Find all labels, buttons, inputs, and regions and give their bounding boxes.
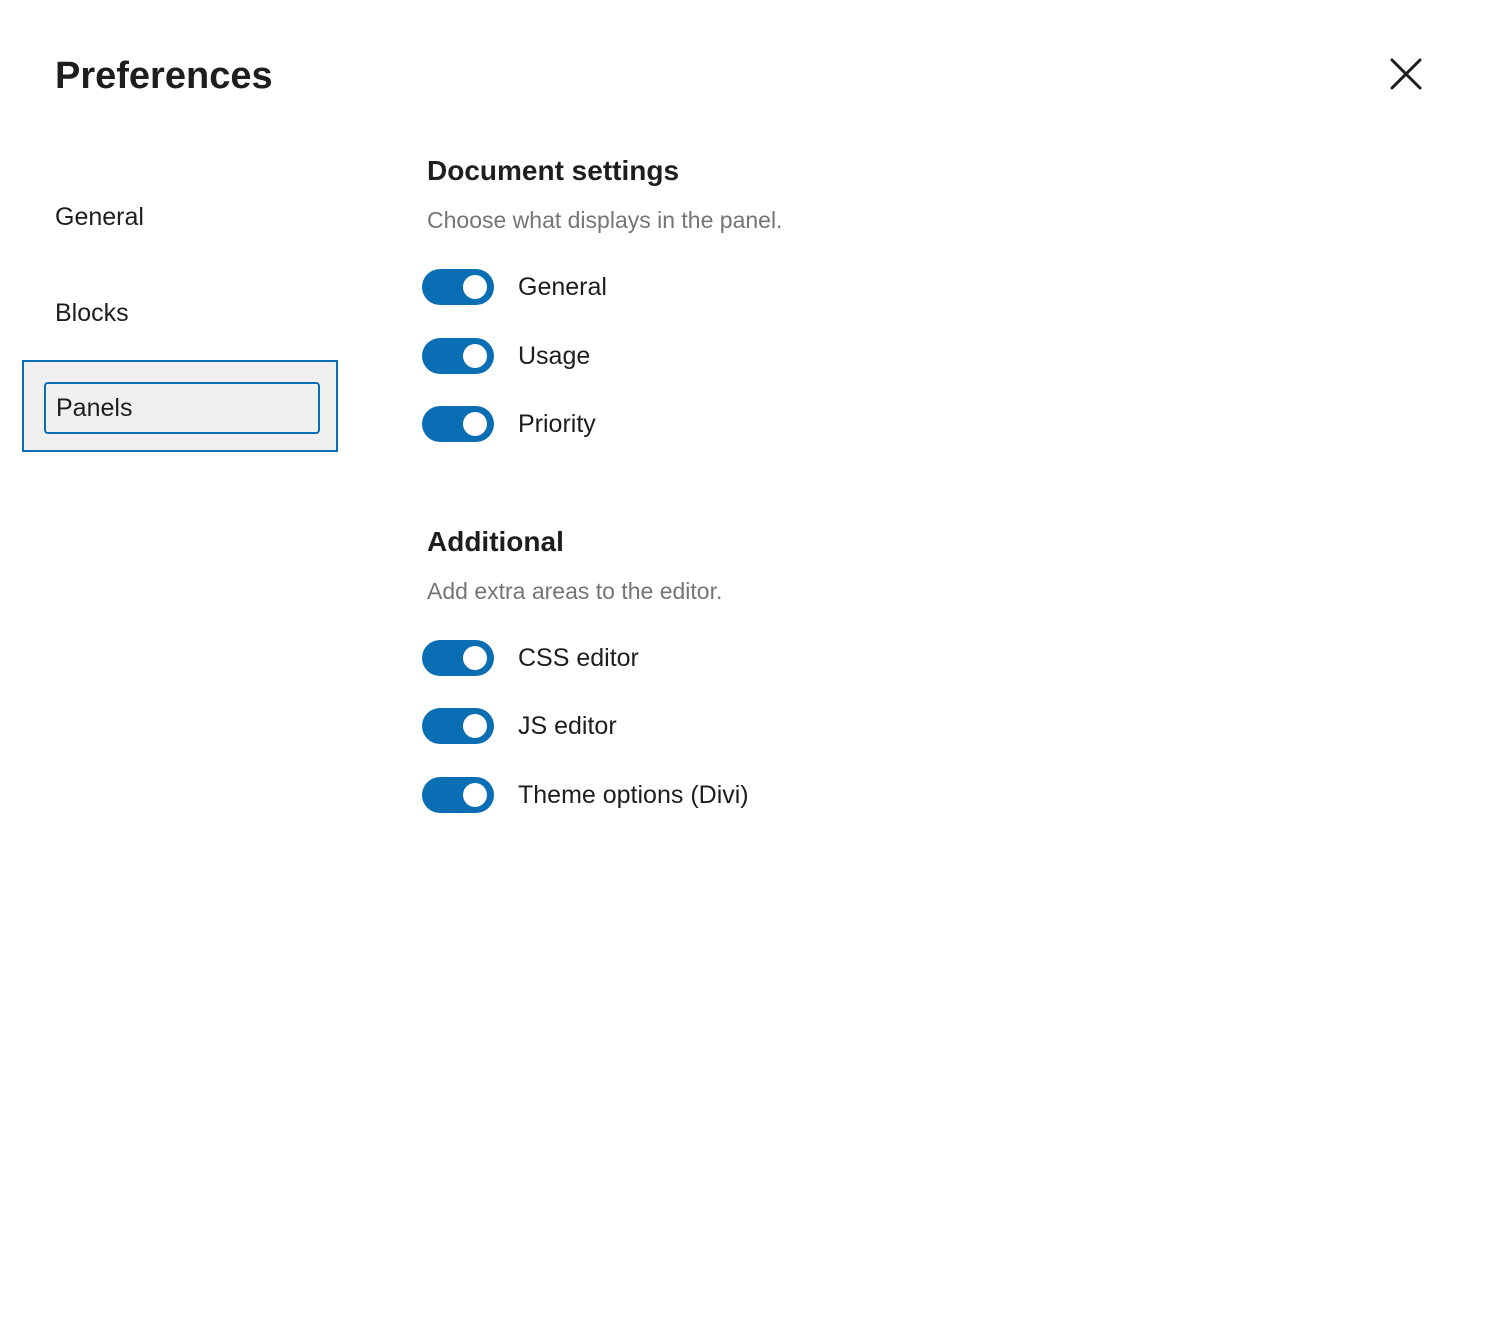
toggle-switch-general[interactable] (422, 269, 494, 305)
toggle-thumb (463, 344, 487, 368)
toggle-label-general: General (518, 273, 607, 301)
section-title-document-settings: Document settings (427, 155, 680, 186)
toggle-row-theme-options[interactable]: Theme options (Divi) (422, 777, 749, 813)
toggle-row-css-editor[interactable]: CSS editor (422, 640, 639, 676)
toggle-switch-priority[interactable] (422, 406, 494, 442)
preferences-modal: Preferences General Blocks Panels Docume… (0, 0, 1486, 1344)
toggle-label-priority: Priority (518, 410, 596, 438)
sidebar-item-blocks[interactable]: Blocks (55, 297, 129, 329)
toggle-switch-css-editor[interactable] (422, 640, 494, 676)
modal-title: Preferences (55, 55, 273, 97)
toggle-thumb (463, 646, 487, 670)
toggle-row-priority[interactable]: Priority (422, 406, 596, 442)
sidebar-item-label: Panels (56, 394, 133, 422)
toggle-label-usage: Usage (518, 342, 591, 370)
toggle-switch-js-editor[interactable] (422, 708, 494, 744)
section-title-additional: Additional (427, 526, 564, 557)
toggle-row-js-editor[interactable]: JS editor (422, 708, 617, 744)
toggle-thumb (463, 783, 487, 807)
toggle-thumb (463, 714, 487, 738)
toggle-thumb (463, 412, 487, 436)
close-icon (1390, 58, 1422, 90)
section-description-document-settings: Choose what displays in the panel. (427, 207, 783, 233)
toggle-row-usage[interactable]: Usage (422, 338, 590, 374)
close-button[interactable] (1382, 50, 1430, 98)
toggle-switch-usage[interactable] (422, 338, 494, 374)
toggle-thumb (463, 275, 487, 299)
toggle-row-general[interactable]: General (422, 269, 607, 305)
section-description-additional: Add extra areas to the editor. (427, 578, 723, 604)
sidebar-item-focus-ring: Panels (44, 382, 320, 434)
toggle-label-js-editor: JS editor (518, 712, 617, 740)
sidebar-item-general[interactable]: General (55, 201, 144, 233)
toggle-label-theme-options: Theme options (Divi) (518, 781, 749, 809)
toggle-switch-theme-options[interactable] (422, 777, 494, 813)
sidebar-item-panels[interactable]: Panels (22, 360, 338, 452)
toggle-label-css-editor: CSS editor (518, 644, 639, 672)
